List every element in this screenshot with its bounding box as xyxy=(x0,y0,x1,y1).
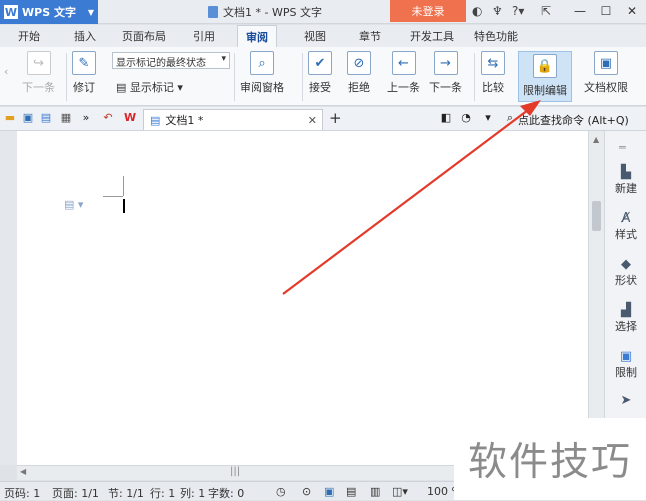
annotation-arrow-line xyxy=(282,109,529,295)
annotation-arrow xyxy=(282,100,541,295)
